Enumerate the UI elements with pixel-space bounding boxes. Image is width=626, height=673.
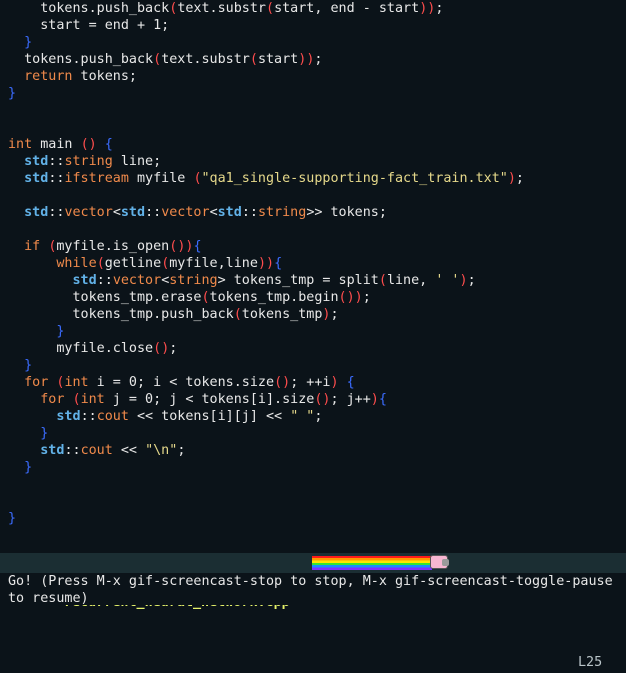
code-line[interactable]: } xyxy=(8,459,32,476)
code-line[interactable]: if (myfile.is_open()){ xyxy=(8,238,201,255)
code-line[interactable]: } xyxy=(8,34,32,51)
echo-message-line-1: Go! (Press M-x gif-screencast-stop to st… xyxy=(8,574,613,589)
code-line[interactable]: tokens.push_back(text.substr(start, end … xyxy=(8,0,443,17)
code-line[interactable]: } xyxy=(8,425,48,442)
code-line[interactable]: } xyxy=(8,357,32,374)
code-line[interactable]: for (int i = 0; i < tokens.size(); ++i) … xyxy=(8,374,355,391)
echo-message-line-2: to resume) xyxy=(8,591,89,606)
code-line[interactable]: std::ifstream myfile ("qa1_single-suppor… xyxy=(8,170,524,187)
nyan-rainbow-progress xyxy=(312,556,432,570)
code-line[interactable]: int main () { xyxy=(8,136,113,153)
code-line[interactable]: tokens.push_back(text.substr(start)); xyxy=(8,51,322,68)
code-line[interactable]: start = end + 1; xyxy=(8,17,169,34)
code-editor[interactable]: tokens.push_back(text.substr(start, end … xyxy=(0,0,626,553)
code-line[interactable]: } xyxy=(8,510,16,527)
code-line[interactable]: tokens_tmp.push_back(tokens_tmp); xyxy=(8,306,338,323)
code-line[interactable]: } xyxy=(8,323,64,340)
code-line[interactable]: for (int j = 0; j < tokens[i].size(); j+… xyxy=(8,391,387,408)
code-line[interactable]: std::cout << "\n"; xyxy=(8,442,185,459)
code-line[interactable]: std::vector<string> tokens_tmp = split(l… xyxy=(8,272,476,289)
nyan-cat-icon xyxy=(430,555,449,569)
echo-area: Go! (Press M-x gif-screencast-stop to st… xyxy=(0,573,626,606)
code-line[interactable]: } xyxy=(8,85,16,102)
line-indicator: L25 xyxy=(578,655,603,670)
mode-line: -:**- recurrent_neural_network.cpp L25 xyxy=(0,553,626,670)
code-line[interactable]: tokens_tmp.erase(tokens_tmp.begin()); xyxy=(8,289,370,306)
code-line[interactable]: return tokens; xyxy=(8,68,137,85)
code-line[interactable]: std::string line; xyxy=(8,153,161,170)
left-fringe xyxy=(0,0,8,553)
code-line[interactable]: myfile.close(); xyxy=(8,340,177,357)
code-line[interactable]: while(getline(myfile,line)){ xyxy=(8,255,282,272)
code-line[interactable]: std::cout << tokens[i][j] << " "; xyxy=(8,408,322,425)
code-line[interactable]: std::vector<std::vector<std::string>> to… xyxy=(8,204,387,221)
